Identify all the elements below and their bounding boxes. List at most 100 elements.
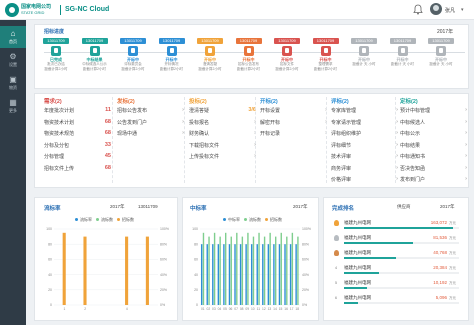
chevron-down-icon[interactable]: ▾ — [461, 7, 464, 13]
card-item[interactable]: 价格评审 — [331, 176, 351, 183]
progress-stage[interactable]: 13011709 开标中 澄清答疑 距截计算2小时 — [194, 38, 226, 84]
liubiao-batch-select[interactable]: 13011709 — [138, 204, 158, 209]
progress-stage[interactable]: 13011709 已完成 批次已办结 距截计算2小时 — [40, 38, 72, 84]
bar-中标率[interactable] — [278, 244, 281, 305]
chevron-right-icon[interactable]: › — [386, 176, 398, 182]
bar-中标率[interactable] — [295, 244, 297, 305]
card-item[interactable]: 现场中通 — [117, 130, 137, 137]
bar-流标数[interactable] — [247, 232, 249, 305]
bar-流标数[interactable] — [286, 236, 288, 305]
rank-name[interactable]: 福建九州电网 — [344, 220, 371, 226]
bar-中标率[interactable] — [267, 244, 270, 305]
card-item[interactable]: 发布到门户 — [400, 176, 425, 183]
bar-中标率[interactable] — [273, 244, 275, 305]
card-item[interactable]: 物资技术计划 — [44, 119, 74, 126]
sidebar-item-settings[interactable]: ⚙ 设置 — [0, 49, 26, 71]
card-item[interactable]: 评标细节 — [331, 142, 351, 149]
card-item[interactable]: 中标结果 — [400, 142, 420, 149]
bar-中标率[interactable] — [245, 244, 247, 305]
card-item[interactable]: 下载招标文件 — [189, 142, 219, 149]
bar-流标数[interactable] — [258, 232, 260, 305]
chevron-right-icon[interactable]: › — [172, 107, 184, 113]
user-name[interactable]: 张凡 — [445, 7, 455, 14]
card-item[interactable]: 预计中标管理 — [400, 107, 430, 114]
card-item[interactable]: 否决告知函 — [400, 165, 425, 172]
card-item[interactable]: 年度批次计划 — [44, 107, 74, 114]
bar-中标率[interactable] — [256, 244, 258, 305]
progress-stage[interactable]: 13011709 开标中 整理需求 距截计算2小时 — [310, 38, 342, 84]
bar-流标数[interactable] — [269, 232, 271, 305]
chevron-right-icon[interactable]: › — [455, 153, 467, 159]
card-item[interactable]: 评标组织维护 — [331, 130, 361, 137]
card-item[interactable]: 专家库管理 — [331, 107, 356, 114]
card-item[interactable]: 分标及分包 — [44, 142, 69, 149]
card-item[interactable]: 商务评审 — [331, 165, 351, 172]
card-item[interactable]: 开标记录 — [260, 130, 280, 137]
bar-流标数[interactable] — [297, 236, 299, 305]
bar-中标率[interactable] — [228, 244, 231, 305]
card-item[interactable]: 澄清答疑 — [189, 107, 209, 114]
chevron-right-icon[interactable]: › — [455, 142, 467, 148]
card-item[interactable]: 招标文件上传 — [44, 165, 74, 172]
card-item[interactable]: 投标报名 — [189, 119, 209, 126]
bar-流标数[interactable] — [263, 236, 266, 305]
bar-流标数[interactable] — [225, 232, 227, 305]
liubiao-year-select[interactable]: 2017年 — [110, 204, 125, 210]
bar-中标率[interactable] — [212, 244, 214, 305]
progress-stage[interactable]: 13011709 开标中 距截计 天 小时 — [425, 38, 457, 84]
card-item[interactable]: 专家请示管理 — [331, 119, 361, 126]
chevron-right-icon[interactable]: › — [455, 107, 467, 113]
bar-中标率[interactable] — [200, 244, 203, 305]
bar-流标数[interactable] — [252, 236, 255, 305]
progress-stage[interactable]: 13011709 开标中 距截计 天 小时 — [387, 38, 419, 84]
bar-流标数[interactable] — [280, 232, 282, 305]
bar-中标率[interactable] — [234, 244, 236, 305]
bar-中标率[interactable] — [262, 244, 264, 305]
progress-stage[interactable]: 13011709 开标中 招标公告发布 距截计算2小时 — [233, 38, 265, 84]
chevron-right-icon[interactable]: › — [386, 119, 398, 125]
chevron-right-icon[interactable]: › — [172, 130, 184, 136]
chevron-right-icon[interactable]: › — [386, 165, 398, 171]
chevron-right-icon[interactable]: › — [455, 176, 467, 182]
bar-中标率[interactable] — [239, 244, 242, 305]
bar-流标数[interactable] — [208, 236, 210, 305]
card-item[interactable]: 解密开标 — [260, 119, 280, 126]
bar-流标数[interactable] — [236, 232, 238, 305]
card-item[interactable]: 开标设置 — [260, 107, 280, 114]
chevron-right-icon[interactable]: › — [386, 130, 398, 136]
bar-中标率[interactable] — [206, 244, 208, 305]
card-item[interactable]: 中标通知书 — [400, 153, 425, 160]
progress-stage[interactable]: 13011709 开标中 招标文件 距截计算2小时 — [271, 38, 303, 84]
bar-中标率[interactable] — [289, 244, 292, 305]
rank-name[interactable]: 福建九州电网 — [344, 250, 371, 256]
card-item[interactable]: 中标候选人 — [400, 119, 425, 126]
progress-stage[interactable]: 13011709 中标结果 中标候选人公示 距截计算2小时 — [79, 38, 111, 84]
card-item[interactable]: 公告发到门户 — [117, 119, 147, 126]
progress-stage[interactable]: 13011709 开标中 评标委员会 距截计算2小时 — [117, 38, 149, 84]
zhongbiao-year-select[interactable]: 2017年 — [293, 204, 308, 210]
bar-招标数[interactable] — [83, 236, 87, 305]
bar-中标率[interactable] — [284, 244, 286, 305]
chevron-right-icon[interactable]: › — [455, 165, 467, 171]
bell-icon[interactable] — [413, 4, 423, 15]
bar-招标数[interactable] — [62, 232, 66, 305]
bar-中标率[interactable] — [223, 244, 225, 305]
bar-流标数[interactable] — [230, 236, 232, 305]
card-item[interactable]: 中标公示 — [400, 130, 420, 137]
progress-year-select[interactable]: 2017年 — [437, 28, 453, 35]
card-item[interactable]: 招标公告发布 — [117, 107, 147, 114]
bar-招标数[interactable] — [145, 236, 149, 305]
sidebar-item-more[interactable]: ▦ 更多 — [0, 95, 26, 117]
sidebar-item-materials[interactable]: ▣ 物资 — [0, 72, 26, 94]
bar-流标数[interactable] — [275, 236, 277, 305]
bar-中标率[interactable] — [217, 244, 220, 305]
bar-中标率[interactable] — [250, 244, 253, 305]
rank-name[interactable]: 福建九州电网 — [344, 295, 371, 301]
card-item[interactable]: 财务确认 — [189, 130, 209, 137]
bar-流标数[interactable] — [213, 232, 216, 305]
card-item[interactable]: 分标管理 — [44, 153, 64, 160]
progress-stage[interactable]: 13011709 开标中 距截计 天 小时 — [348, 38, 380, 84]
sidebar-item-home[interactable]: ⌂ 首页 — [0, 26, 26, 48]
avatar[interactable] — [430, 3, 442, 15]
bar-招标数[interactable] — [125, 236, 129, 305]
